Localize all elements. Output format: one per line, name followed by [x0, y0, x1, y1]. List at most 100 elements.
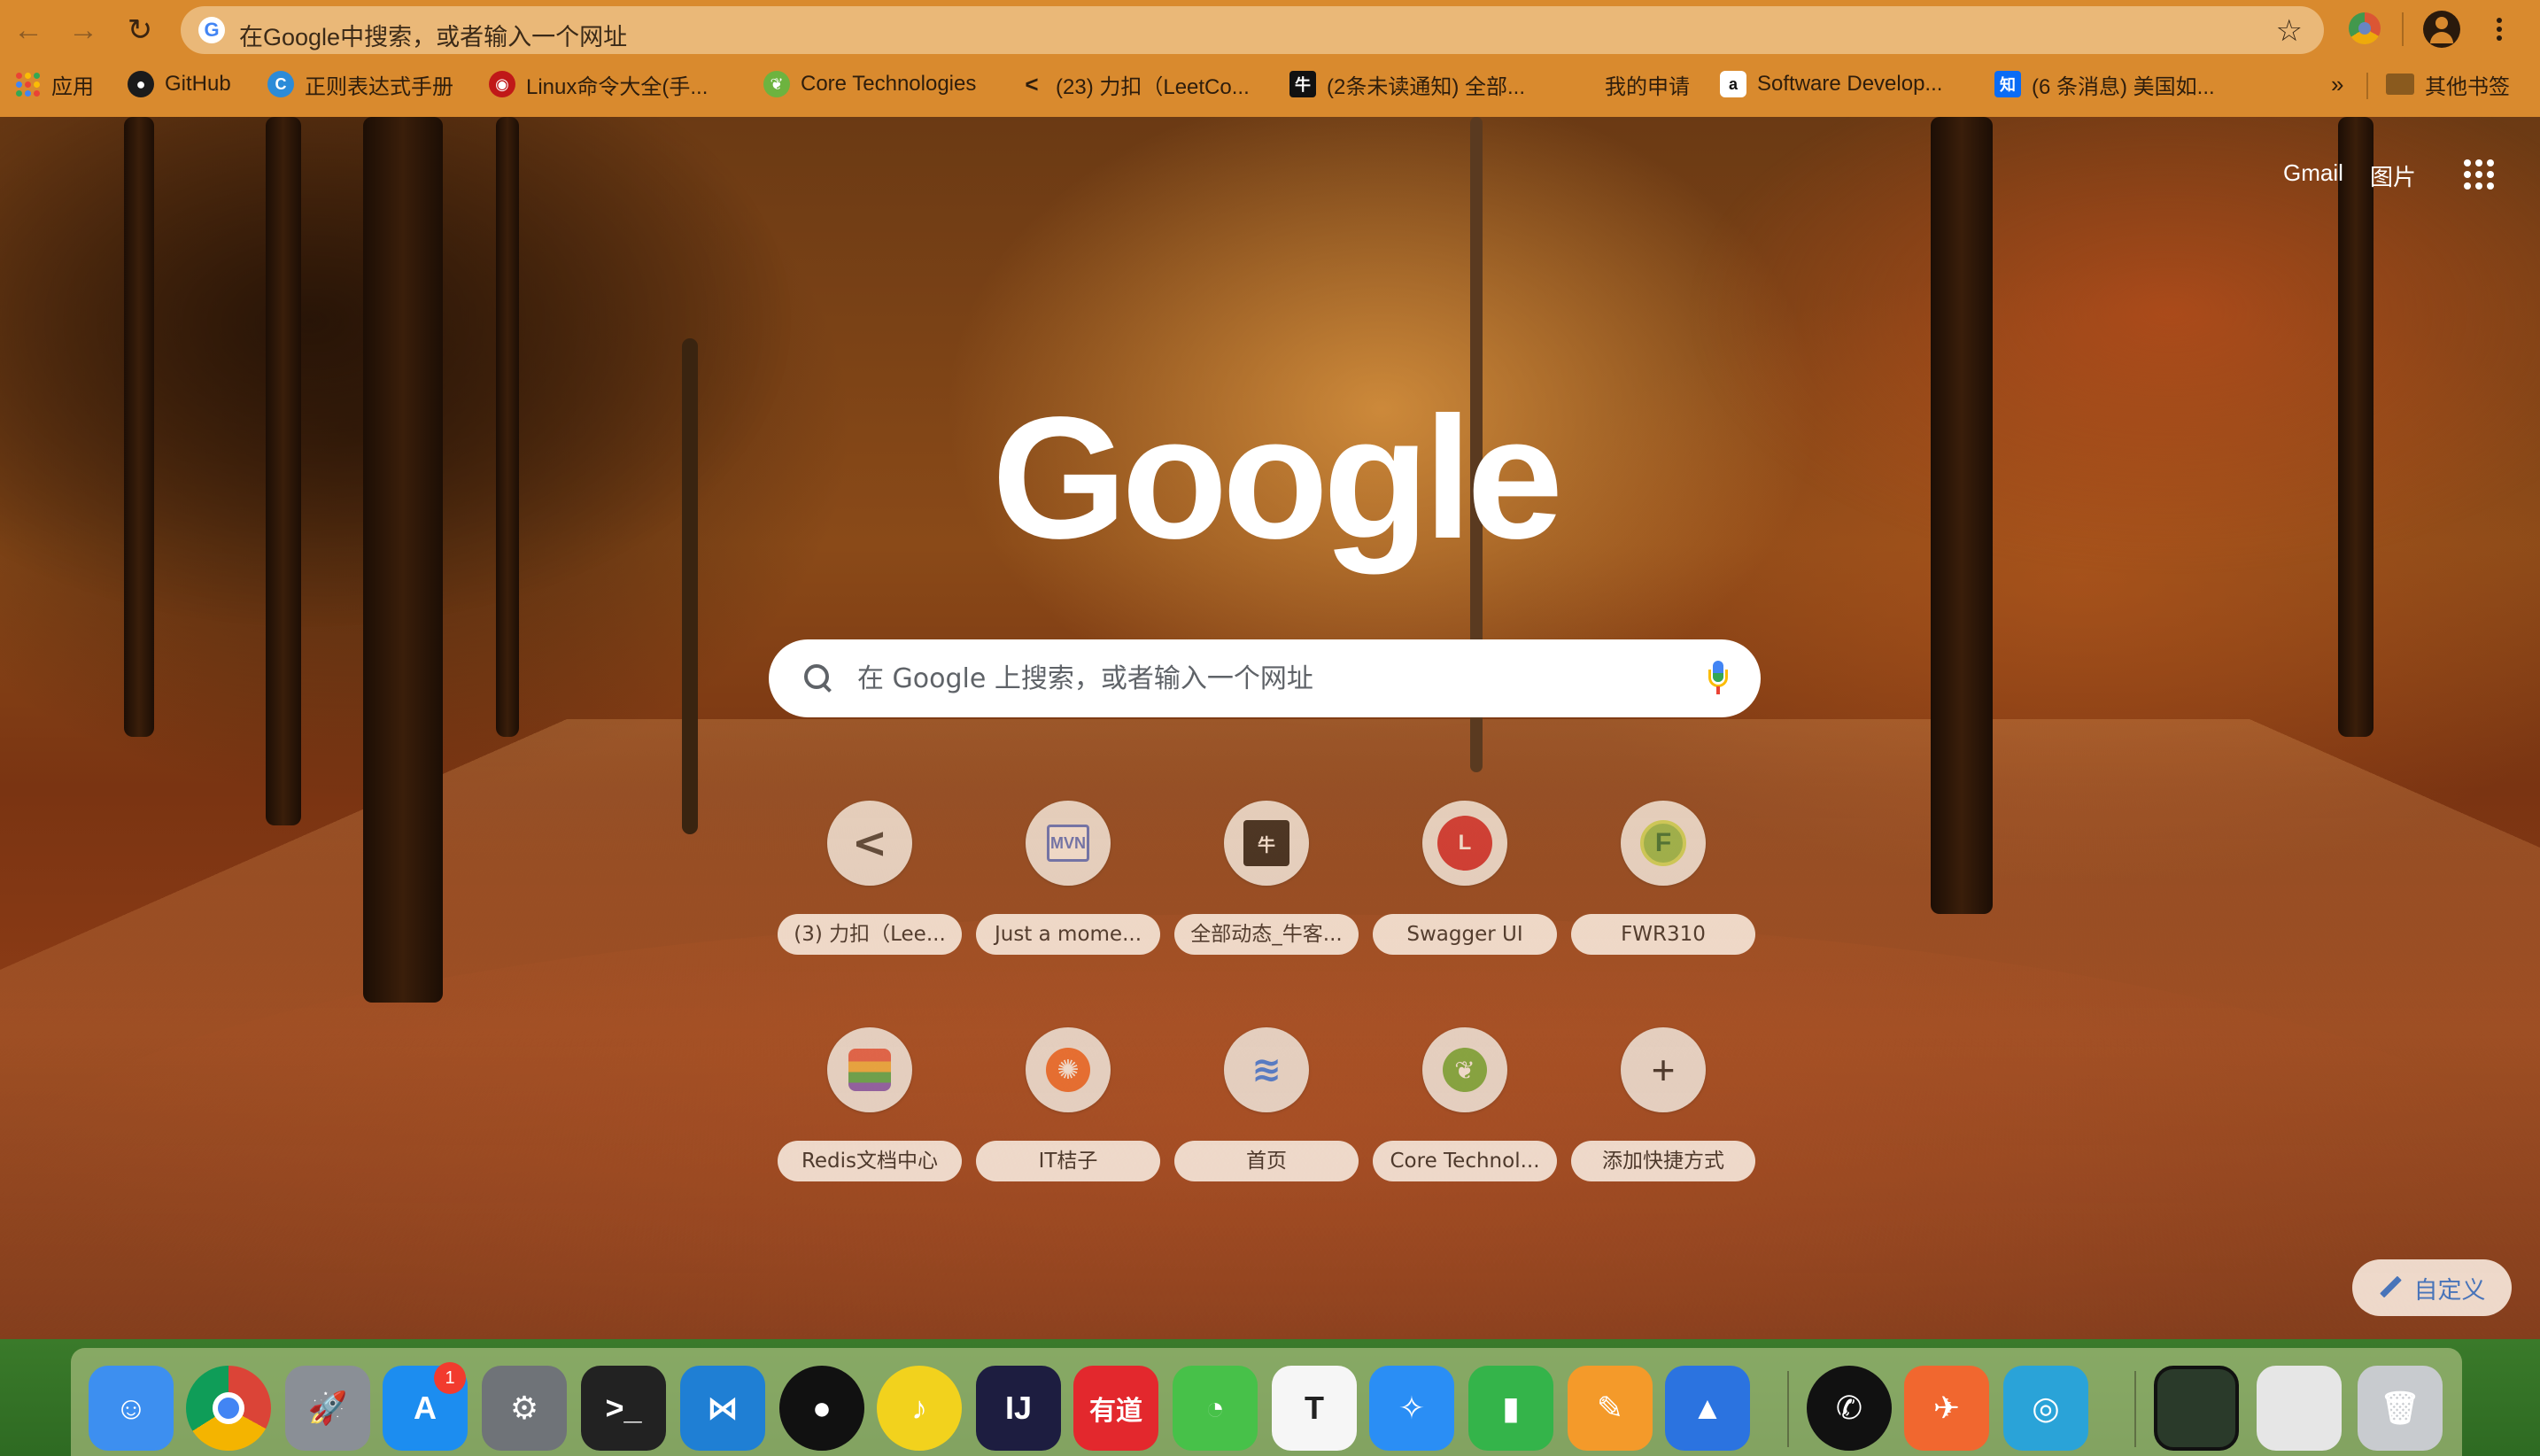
tree-trunk — [496, 117, 519, 737]
add-icon: + — [1651, 1047, 1676, 1093]
bookmarks-divider — [2366, 73, 2368, 99]
wechat-icon[interactable]: ◔ — [1173, 1366, 1258, 1451]
shortcut-label: Just a mome... — [976, 914, 1160, 955]
bookmarks-bar: 应用 ● GitHub C 正则表达式手册 ◉ Linux命令大全(手... ❦… — [0, 64, 2540, 106]
shortcut-label: IT桔子 — [976, 1141, 1160, 1181]
more-menu-icon[interactable] — [2490, 11, 2508, 48]
address-bar-text[interactable]: 在Google中搜索，或者输入一个网址 — [239, 18, 627, 52]
bookmark-label: (2条未读通知) 全部... — [1327, 74, 1526, 99]
terminal-icon[interactable]: >_ — [581, 1366, 666, 1451]
pages-icon[interactable]: ✎ — [1568, 1366, 1653, 1451]
keynote-icon[interactable]: ▲ — [1665, 1366, 1750, 1451]
system-preferences-icon[interactable]: ⚙ — [482, 1366, 567, 1451]
typora-icon[interactable]: T — [1272, 1366, 1357, 1451]
navicat-icon[interactable]: ◎ — [2003, 1366, 2088, 1451]
numbers-icon[interactable]: ▮ — [1468, 1366, 1553, 1451]
bookmark-github[interactable]: ● GitHub — [128, 66, 231, 103]
intellij-icon[interactable]: IJ — [976, 1366, 1061, 1451]
bookmark-regex[interactable]: C 正则表达式手册 — [267, 66, 453, 103]
bookmark-label: 正则表达式手册 — [305, 74, 453, 99]
shortcut-tile[interactable]: MVN Just a mome... — [976, 801, 1160, 978]
voice-search-mic-icon[interactable] — [1708, 661, 1729, 696]
shortcut-icon-circle: L — [1422, 801, 1507, 886]
shortcut-tile[interactable]: 牛 全部动态_牛客... — [1174, 801, 1359, 978]
tree-trunk — [1931, 117, 1993, 914]
shortcut-tile[interactable]: < (3) 力扣（Lee... — [778, 801, 962, 978]
customize-label: 自定义 — [2413, 1276, 2486, 1305]
tree-trunk — [682, 338, 698, 834]
youdao-icon[interactable]: 有道 — [1073, 1366, 1158, 1451]
customize-button[interactable]: 自定义 — [2352, 1259, 2512, 1316]
add-shortcut-tile[interactable]: + 添加快捷方式 — [1571, 1027, 1755, 1204]
bookmark-amazon[interactable]: a Software Develop... — [1720, 66, 1942, 103]
shortcut-tile[interactable]: ❦ Core Technol... — [1373, 1027, 1557, 1204]
qq-icon[interactable]: ● — [779, 1366, 864, 1451]
postman-icon[interactable]: ✈ — [1904, 1366, 1989, 1451]
orange-icon: ✺ — [1046, 1048, 1090, 1092]
bookmark-nowcoder[interactable]: 牛 (2条未读通知) 全部... — [1289, 66, 1525, 103]
shortcut-tile[interactable]: F FWR310 — [1571, 801, 1755, 978]
shortcut-icon-circle: F — [1621, 801, 1706, 886]
mvn-icon: MVN — [1047, 825, 1089, 862]
bookmark-linux[interactable]: ◉ Linux命令大全(手... — [489, 66, 708, 103]
shortcut-label: Core Technol... — [1373, 1141, 1557, 1181]
trash-icon[interactable]: 🗑 — [2358, 1366, 2443, 1451]
address-bar[interactable]: G 在Google中搜索，或者输入一个网址 ☆ — [181, 6, 2324, 54]
images-link[interactable]: 图片 — [2370, 159, 2416, 192]
chrome-icon[interactable] — [186, 1366, 271, 1451]
shortcut-label: 添加快捷方式 — [1571, 1141, 1755, 1181]
search-input[interactable] — [857, 652, 1654, 705]
gmail-link[interactable]: Gmail — [2283, 159, 2343, 187]
redis-icon — [848, 1049, 891, 1091]
bookmark-star-icon[interactable]: ☆ — [2276, 13, 2303, 49]
bookmark-my-applications[interactable]: 我的申请 — [1605, 66, 1690, 103]
shortcut-tile[interactable]: ✺ IT桔子 — [976, 1027, 1160, 1204]
search-box[interactable] — [769, 639, 1761, 717]
bookmark-label: Core Technologies — [801, 72, 977, 96]
tree-trunk — [2338, 117, 2374, 737]
shortcut-icon-circle: ❦ — [1422, 1027, 1507, 1112]
shortcut-tile[interactable]: Redis文档中心 — [778, 1027, 962, 1204]
terminal-window-icon[interactable] — [2154, 1366, 2239, 1451]
shortcut-tile[interactable]: L Swagger UI — [1373, 801, 1557, 978]
vscode-icon[interactable]: ⋈ — [680, 1366, 765, 1451]
shortcut-icon-circle: MVN — [1026, 801, 1111, 886]
tree-trunk — [363, 117, 443, 1003]
dock-divider — [1787, 1371, 1789, 1447]
music-icon[interactable]: ♪ — [877, 1366, 962, 1451]
shortcut-label: Redis文档中心 — [778, 1141, 962, 1181]
forward-arrow-icon[interactable]: → — [64, 11, 103, 50]
launchpad-icon[interactable]: 🚀 — [285, 1366, 370, 1451]
google-apps-icon[interactable] — [2464, 159, 2494, 190]
kindle-icon[interactable]: ✆ — [1807, 1366, 1892, 1451]
bookmark-spring[interactable]: ❦ Core Technologies — [763, 66, 976, 103]
shortcut-label: FWR310 — [1571, 914, 1755, 955]
bookmark-leetcode[interactable]: < (23) 力扣（LeetCo... — [1018, 66, 1250, 103]
amazon-icon: a — [1720, 71, 1746, 97]
bookmark-zhihu[interactable]: 知 (6 条消息) 美国如... — [1994, 66, 2215, 103]
apps-grid-icon — [14, 71, 41, 97]
chrome-center-icon — [213, 1392, 244, 1424]
profile-avatar-icon[interactable] — [2423, 11, 2460, 48]
shortcut-icon-circle — [827, 1027, 912, 1112]
spring-icon: ❦ — [1443, 1048, 1487, 1092]
bookmark-apps[interactable]: 应用 — [14, 66, 94, 103]
bookmark-other-folder[interactable]: 其他书签 — [2386, 66, 2510, 103]
shortcut-tile[interactable]: ≋ 首页 — [1174, 1027, 1359, 1204]
bookmark-label: GitHub — [165, 72, 231, 96]
spring-icon: ❦ — [763, 71, 790, 97]
toolbar-divider — [2402, 12, 2404, 46]
bookmark-label: Software Develop... — [1757, 72, 1943, 96]
reload-icon[interactable]: ↻ — [120, 11, 159, 50]
bookmarks-overflow-chevron-icon[interactable]: » — [2331, 71, 2343, 98]
back-arrow-icon[interactable]: ← — [9, 11, 48, 50]
preview-window-icon[interactable] — [2257, 1366, 2342, 1451]
shortcut-icon-circle: < — [827, 801, 912, 886]
github-icon: ● — [128, 71, 154, 97]
extension-icon[interactable] — [2349, 12, 2381, 44]
safari-icon[interactable]: ✧ — [1369, 1366, 1454, 1451]
bookmark-label: (23) 力扣（LeetCo... — [1056, 74, 1250, 99]
finder-icon[interactable]: ☺ — [89, 1366, 174, 1451]
linux-icon: ◉ — [489, 71, 515, 97]
leetcode-icon: < — [851, 818, 888, 868]
